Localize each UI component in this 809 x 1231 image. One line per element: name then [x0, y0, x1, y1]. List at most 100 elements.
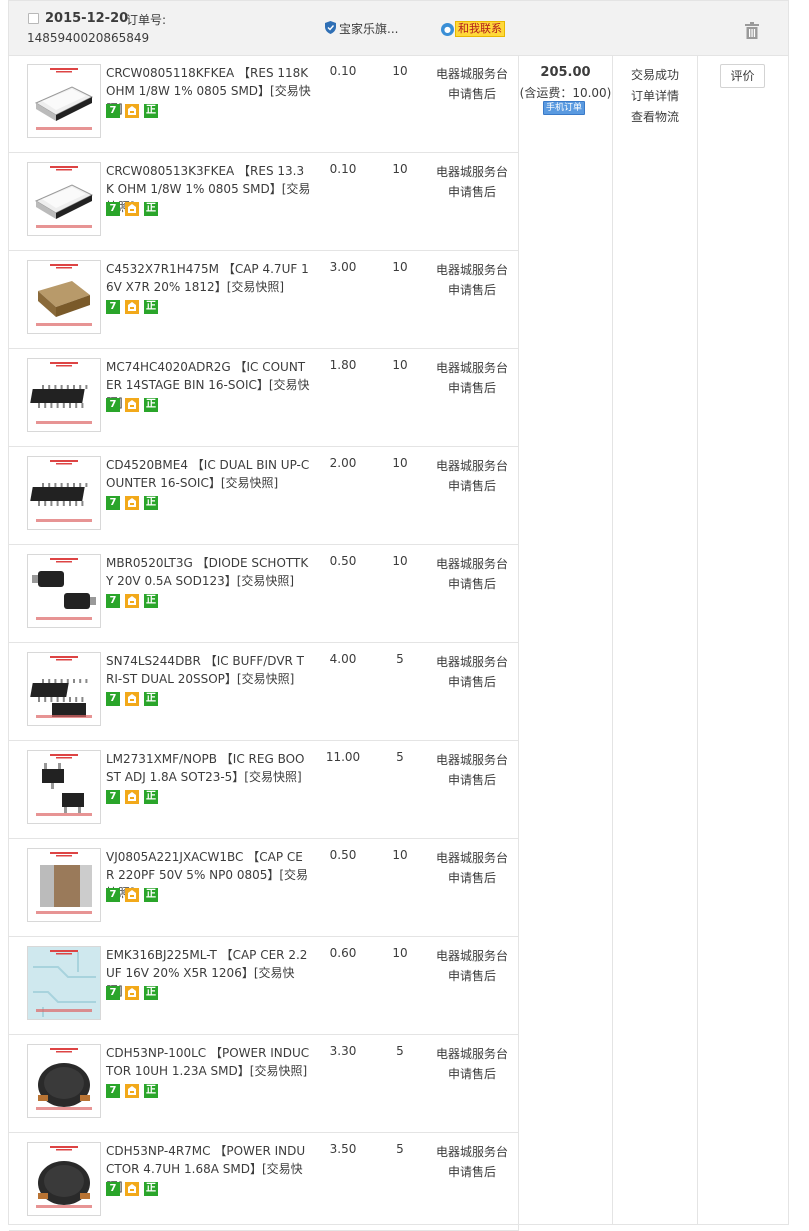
genuine-badge: 正	[144, 1084, 158, 1098]
product-thumbnail[interactable]	[27, 64, 101, 138]
order-item-row: SN74LS244DBR 【IC BUFF/DVR TRI-ST DUAL 20…	[9, 643, 519, 741]
apply-after-sale-link[interactable]: 申请售后	[427, 574, 517, 594]
product-title-link[interactable]: SN74LS244DBR 【IC BUFF/DVR TRI-ST DUAL 20…	[106, 652, 311, 688]
product-thumbnail[interactable]	[27, 652, 101, 726]
guarantee-badge	[125, 1084, 139, 1098]
genuine-badge: 正	[144, 1182, 158, 1196]
product-thumbnail[interactable]	[27, 456, 101, 530]
after-sale-links: 电器城服务台 申请售后	[427, 162, 517, 202]
shop-name-link[interactable]: 宝家乐旗...	[339, 20, 398, 37]
product-thumbnail[interactable]	[27, 750, 101, 824]
service-desk-link[interactable]: 电器城服务台	[427, 358, 517, 378]
review-button[interactable]: 评价	[720, 64, 765, 88]
after-sale-links: 电器城服务台 申请售后	[427, 64, 517, 104]
trash-icon[interactable]	[744, 22, 760, 39]
product-title-link[interactable]: CD4520BME4 【IC DUAL BIN UP-COUNTER 16-SO…	[106, 456, 311, 492]
order-item-row: CDH53NP-100LC 【POWER INDUCTOR 10UH 1.23A…	[9, 1035, 519, 1133]
seven-day-return-badge: 7	[106, 1182, 120, 1196]
select-order-checkbox[interactable]	[28, 13, 39, 24]
service-badges: 7正	[106, 594, 158, 608]
service-desk-link[interactable]: 电器城服务台	[427, 260, 517, 280]
unit-price: 3.30	[329, 1044, 357, 1058]
order-item-row: VJ0805A221JXACW1BC 【CAP CER 220PF 50V 5%…	[9, 839, 519, 937]
total-amount: 205.00	[540, 65, 591, 80]
apply-after-sale-link[interactable]: 申请售后	[427, 476, 517, 496]
genuine-badge: 正	[144, 594, 158, 608]
unit-price: 0.50	[329, 554, 357, 568]
guarantee-badge	[125, 202, 139, 216]
mobile-order-badge: 手机订单	[543, 101, 585, 115]
apply-after-sale-link[interactable]: 申请售后	[427, 84, 517, 104]
service-desk-link[interactable]: 电器城服务台	[427, 750, 517, 770]
service-badges: 7正	[106, 790, 158, 804]
order-item-row: CDH53NP-4R7MC 【POWER INDUCTOR 4.7UH 1.68…	[9, 1133, 519, 1231]
order-detail-link[interactable]: 订单详情	[613, 86, 697, 107]
product-title-link[interactable]: LM2731XMF/NOPB 【IC REG BOOST ADJ 1.8A SO…	[106, 750, 311, 786]
guarantee-badge	[125, 790, 139, 804]
genuine-badge: 正	[144, 496, 158, 510]
after-sale-links: 电器城服务台 申请售后	[427, 750, 517, 790]
product-thumbnail[interactable]	[27, 260, 101, 334]
genuine-badge: 正	[144, 104, 158, 118]
service-desk-link[interactable]: 电器城服务台	[427, 162, 517, 182]
service-desk-link[interactable]: 电器城服务台	[427, 652, 517, 672]
shop-shield-icon	[325, 21, 336, 34]
shipping-fee: (含运费：10.00)	[519, 86, 612, 100]
apply-after-sale-link[interactable]: 申请售后	[427, 378, 517, 398]
service-desk-link[interactable]: 电器城服务台	[427, 848, 517, 868]
unit-price: 0.10	[329, 162, 357, 176]
unit-price: 0.10	[329, 64, 357, 78]
apply-after-sale-link[interactable]: 申请售后	[427, 868, 517, 888]
service-badges: 7正	[106, 104, 158, 118]
service-desk-link[interactable]: 电器城服务台	[427, 1044, 517, 1064]
apply-after-sale-link[interactable]: 申请售后	[427, 966, 517, 986]
order-item-row: CRCW080513K3FKEA 【RES 13.3K OHM 1/8W 1% …	[9, 153, 519, 251]
guarantee-badge	[125, 104, 139, 118]
product-thumbnail[interactable]	[27, 1142, 101, 1216]
seven-day-return-badge: 7	[106, 496, 120, 510]
service-desk-link[interactable]: 电器城服务台	[427, 554, 517, 574]
order-number-label: 订单号:	[126, 13, 167, 27]
service-desk-link[interactable]: 电器城服务台	[427, 64, 517, 84]
seven-day-return-badge: 7	[106, 594, 120, 608]
apply-after-sale-link[interactable]: 申请售后	[427, 1162, 517, 1182]
guarantee-badge	[125, 986, 139, 1000]
chat-icon: ●	[441, 22, 454, 36]
product-thumbnail[interactable]	[27, 848, 101, 922]
quantity: 10	[392, 456, 408, 470]
order-items-list: CRCW0805118KFKEA 【RES 118K OHM 1/8W 1% 0…	[9, 55, 519, 1231]
product-thumbnail[interactable]	[27, 162, 101, 236]
service-desk-link[interactable]: 电器城服务台	[427, 456, 517, 476]
genuine-badge: 正	[144, 202, 158, 216]
product-title-link[interactable]: MBR0520LT3G 【DIODE SCHOTTKY 20V 0.5A SOD…	[106, 554, 311, 590]
product-thumbnail[interactable]	[27, 946, 101, 1020]
genuine-badge: 正	[144, 888, 158, 902]
apply-after-sale-link[interactable]: 申请售后	[427, 1064, 517, 1084]
service-badges: 7正	[106, 496, 158, 510]
contact-seller-button[interactable]: ● 和我联系	[441, 21, 505, 37]
product-thumbnail[interactable]	[27, 1044, 101, 1118]
apply-after-sale-link[interactable]: 申请售后	[427, 770, 517, 790]
apply-after-sale-link[interactable]: 申请售后	[427, 182, 517, 202]
product-thumbnail[interactable]	[27, 358, 101, 432]
after-sale-links: 电器城服务台 申请售后	[427, 358, 517, 398]
unit-price: 11.00	[325, 750, 361, 764]
unit-price: 3.50	[329, 1142, 357, 1156]
product-title-link[interactable]: CDH53NP-100LC 【POWER INDUCTOR 10UH 1.23A…	[106, 1044, 311, 1080]
product-thumbnail[interactable]	[27, 554, 101, 628]
guarantee-badge	[125, 398, 139, 412]
order-item-row: MC74HC4020ADR2G 【IC COUNTER 14STAGE BIN …	[9, 349, 519, 447]
unit-price: 2.00	[329, 456, 357, 470]
apply-after-sale-link[interactable]: 申请售后	[427, 672, 517, 692]
genuine-badge: 正	[144, 790, 158, 804]
view-logistics-link[interactable]: 查看物流	[613, 107, 697, 128]
seven-day-return-badge: 7	[106, 104, 120, 118]
service-desk-link[interactable]: 电器城服务台	[427, 1142, 517, 1162]
genuine-badge: 正	[144, 692, 158, 706]
apply-after-sale-link[interactable]: 申请售后	[427, 280, 517, 300]
service-desk-link[interactable]: 电器城服务台	[427, 946, 517, 966]
product-title-link[interactable]: C4532X7R1H475M 【CAP 4.7UF 16V X7R 20% 18…	[106, 260, 311, 296]
after-sale-links: 电器城服务台 申请售后	[427, 260, 517, 300]
order-status-column: 交易成功 订单详情 查看物流	[613, 55, 698, 1225]
after-sale-links: 电器城服务台 申请售后	[427, 554, 517, 594]
